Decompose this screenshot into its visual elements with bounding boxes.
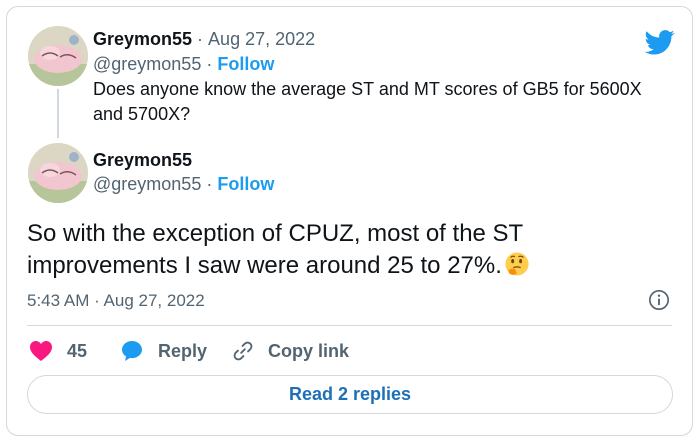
main-header-line2: @greymon55 · Follow xyxy=(93,173,274,197)
main-tweet-text-block: So with the exception of CPUZ, most of t… xyxy=(27,218,667,282)
like-action[interactable]: 45 xyxy=(29,338,87,364)
separator-dot: · xyxy=(197,29,204,49)
follow-button[interactable]: Follow xyxy=(217,54,274,74)
author-name[interactable]: Greymon55 xyxy=(93,150,192,170)
divider xyxy=(27,325,672,326)
author-handle[interactable]: @greymon55 xyxy=(93,54,201,74)
avatar-image xyxy=(28,26,88,86)
tweet-timestamp[interactable]: 5:43 AM · Aug 27, 2022 xyxy=(27,291,205,311)
reply-tweet-text: Does anyone know the average ST and MT s… xyxy=(93,79,642,124)
copy-link-label: Copy link xyxy=(268,340,350,361)
reply-header-line1: Greymon55 · Aug 27, 2022 xyxy=(93,28,315,52)
link-icon xyxy=(233,341,253,361)
main-tweet-text: So with the exception of CPUZ, most of t… xyxy=(27,220,523,279)
like-count: 45 xyxy=(67,340,88,361)
follow-button[interactable]: Follow xyxy=(217,174,274,194)
main-header-line1: Greymon55 xyxy=(93,149,192,173)
twitter-bird-icon[interactable] xyxy=(643,27,677,57)
copy-link-action[interactable]: Copy link xyxy=(232,338,349,364)
reply-header-line2: @greymon55 · Follow xyxy=(93,53,274,77)
author-avatar[interactable] xyxy=(28,143,88,203)
tweet-embed-card: Greymon55 · Aug 27, 2022 @greymon55 · Follow… xyxy=(6,6,693,436)
separator-dot: · xyxy=(206,174,213,194)
thread-connector-line xyxy=(57,89,59,138)
heart-icon xyxy=(30,341,52,361)
reply-label: Reply xyxy=(158,340,208,361)
author-name[interactable]: Greymon55 xyxy=(93,29,192,49)
info-icon[interactable] xyxy=(648,289,670,311)
avatar-image xyxy=(28,143,88,203)
author-avatar[interactable] xyxy=(28,26,88,86)
reply-bubble-icon xyxy=(122,341,142,361)
author-handle[interactable]: @greymon55 xyxy=(93,174,201,194)
read-replies-button[interactable]: Read 2 replies xyxy=(27,375,673,414)
reply-action[interactable]: Reply xyxy=(120,338,207,364)
tweet-date[interactable]: Aug 27, 2022 xyxy=(208,29,315,49)
thinking-face-emoji-icon xyxy=(505,252,529,276)
separator-dot: · xyxy=(206,54,213,74)
